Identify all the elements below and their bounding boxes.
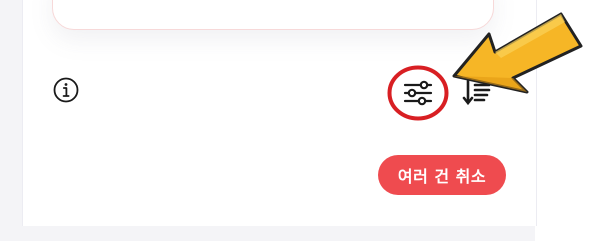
info-icon[interactable] — [51, 75, 81, 105]
left-gutter — [0, 0, 22, 241]
filter-button[interactable] — [386, 65, 454, 121]
panel-bottom-gutter — [22, 226, 535, 241]
screen: 여러 건 취소 — [0, 0, 589, 241]
sliders-filter-icon — [403, 80, 433, 106]
cancel-multiple-button[interactable]: 여러 건 취소 — [378, 155, 506, 195]
top-card — [52, 0, 494, 30]
cancel-multiple-label: 여러 건 취소 — [397, 167, 487, 186]
pointer-arrow-icon — [445, 8, 589, 112]
